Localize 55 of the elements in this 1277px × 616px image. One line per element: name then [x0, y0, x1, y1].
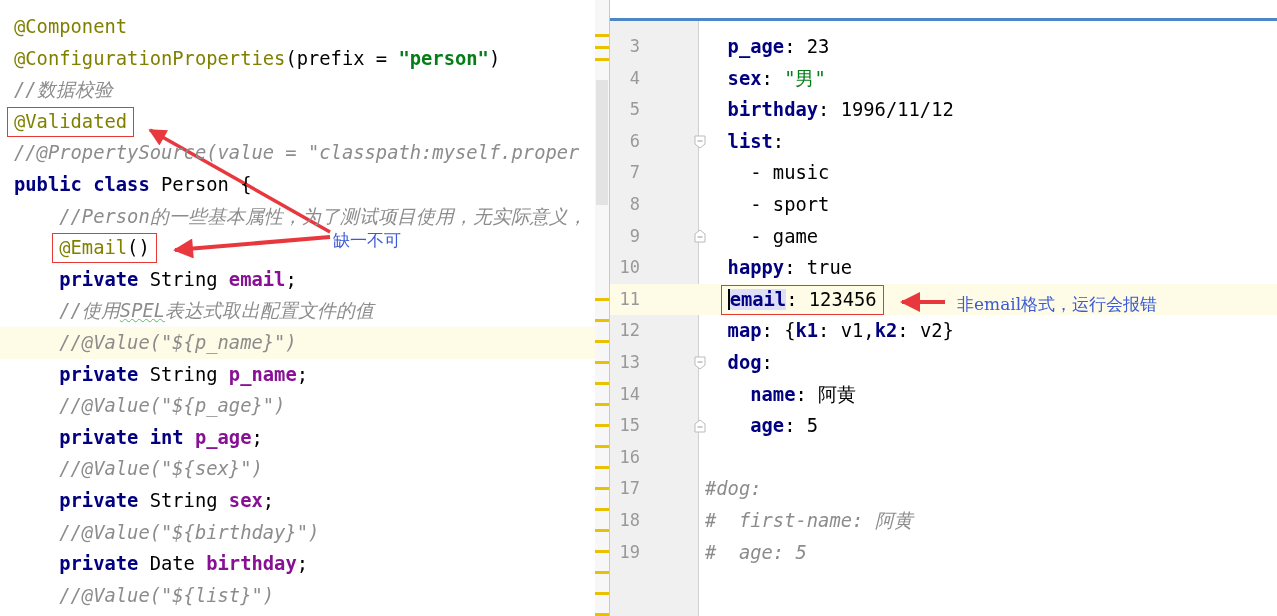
code-line: //数据校验 — [13, 78, 115, 103]
code-line: map: {k1: v1,k2: v2} — [726, 319, 954, 344]
callout-text: 非email格式，运行会报错 — [957, 293, 1158, 316]
code-line: @ConfigurationProperties(prefix = "person") — [13, 46, 502, 71]
line-number: 10 — [618, 256, 640, 280]
code-line: sex: "男" — [726, 66, 826, 91]
line-number: 3 — [628, 35, 640, 58]
fold-icon[interactable] — [694, 355, 706, 370]
fold-icon[interactable] — [694, 134, 706, 149]
line-number: 16 — [618, 445, 640, 469]
code-line: p_age: 23 — [726, 35, 830, 60]
line-number: 18 — [618, 508, 640, 532]
code-line: happy: true — [726, 256, 852, 281]
code-line: # age: 5 — [705, 540, 807, 565]
line-number: 7 — [628, 161, 640, 185]
code-line: - sport — [749, 192, 830, 217]
code-line: //@Value("${birthday}") — [58, 520, 321, 545]
fold-icon[interactable] — [694, 418, 706, 433]
code-line: private String email; — [58, 267, 298, 292]
code-line: # first-name: 阿黄 — [705, 508, 913, 533]
line-number: 8 — [628, 192, 640, 216]
code-line: //使用SPEL表达式取出配置文件的值 — [58, 299, 377, 324]
line-number: 6 — [628, 129, 640, 153]
code-line: private Date birthday; — [58, 552, 309, 577]
code-line: //@Value("${list}") — [58, 583, 276, 608]
code-line: #dog: — [705, 477, 762, 502]
code-line: email: 123456 — [705, 283, 883, 316]
arrow — [900, 292, 945, 312]
code-line: list: — [726, 129, 785, 154]
fold-icon[interactable] — [694, 229, 706, 244]
line-number: 12 — [618, 319, 640, 343]
line-number: 13 — [618, 350, 640, 374]
line-number: 4 — [628, 66, 640, 90]
code-line: age: 5 — [749, 414, 819, 439]
code-line: private String p_name; — [58, 362, 309, 388]
code-line: //@Value("${sex}") — [58, 457, 264, 482]
line-number: 19 — [618, 540, 640, 564]
code-line: @Validated — [0, 105, 595, 138]
code-line: name: 阿黄 — [749, 382, 857, 407]
code-line: - game — [749, 224, 819, 249]
line-number: 15 — [618, 414, 640, 438]
scrollbar-thumb[interactable] — [596, 80, 608, 205]
code-line: - music — [749, 161, 830, 186]
line-number: 5 — [628, 98, 640, 122]
code-line: birthday: 1996/11/12 — [726, 98, 954, 123]
line-number: 9 — [628, 224, 640, 248]
line-number: 17 — [618, 477, 640, 501]
line-number: 14 — [618, 382, 640, 406]
callout-text: 缺一不可 — [333, 229, 401, 252]
code-line: private String sex; — [58, 488, 276, 513]
code-line: private int p_age; — [58, 425, 264, 451]
code-line: @Component — [13, 15, 129, 39]
code-line: //@Value("${p_age}") — [58, 394, 287, 419]
line-number: 11 — [618, 287, 640, 311]
code-line: dog: — [726, 350, 773, 375]
